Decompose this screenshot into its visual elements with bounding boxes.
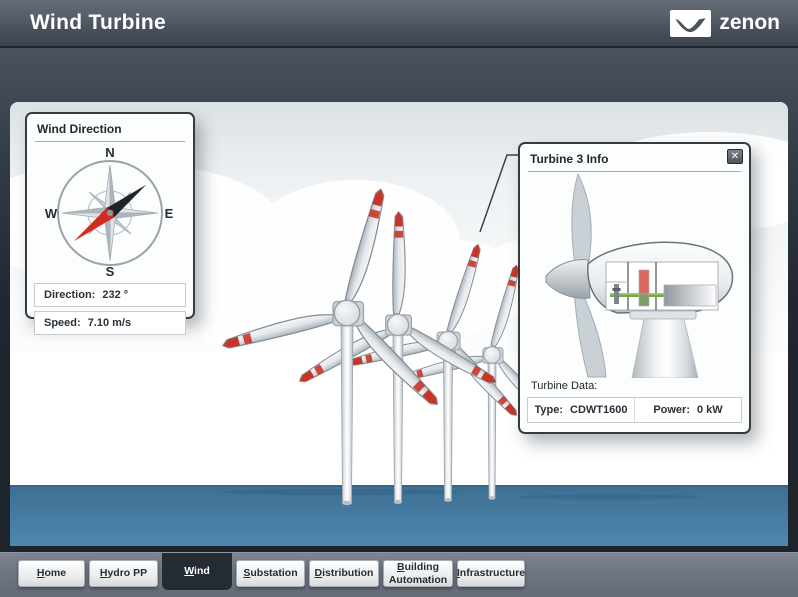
page-title: Wind Turbine: [30, 11, 166, 35]
nacelle-cutaway-illustration: [526, 172, 744, 378]
bottom-navbar: HomeHydro PPWindSubstationDistributionBu…: [0, 552, 798, 597]
turbine-type-cell: Type: CDWT1600: [528, 398, 635, 422]
close-icon[interactable]: ✕: [727, 149, 743, 164]
compass-label-e: E: [165, 206, 174, 221]
nav-building-automation[interactable]: Building Automation: [383, 560, 453, 587]
nav-infrastructure[interactable]: Infrastructure: [457, 560, 525, 587]
type-label: Type:: [535, 404, 564, 416]
brand-name: zenon: [719, 11, 780, 35]
compass-label-w: W: [45, 206, 58, 221]
direction-label: Direction:: [44, 289, 95, 301]
power-label: Power:: [653, 404, 690, 416]
type-value: CDWT1600: [570, 404, 627, 416]
turbine-data-row: Type: CDWT1600 Power: 0 kW: [527, 397, 742, 423]
wind-direction-panel: Wind Direction: [25, 112, 195, 319]
power-value: 0 kW: [697, 404, 723, 416]
turbine-power-cell: Power: 0 kW: [635, 398, 741, 422]
turbine-info-title: Turbine 3 Info: [520, 144, 749, 171]
compass-rose: N E S W: [42, 143, 178, 279]
speed-label: Speed:: [44, 317, 81, 329]
nav-buttons: HomeHydro PPWindSubstationDistributionBu…: [18, 553, 525, 597]
nav-substation[interactable]: Substation: [236, 560, 305, 587]
divider: [35, 141, 185, 142]
direction-readout: Direction: 232 °: [34, 283, 186, 307]
brand-logo: zenon: [670, 10, 780, 37]
turbine-data-label: Turbine Data:: [531, 380, 749, 392]
main-area: Wind Direction: [0, 48, 798, 552]
turbine-info-panel: Turbine 3 Info ✕: [518, 142, 751, 434]
callout-line: [480, 155, 519, 232]
compass-label-s: S: [106, 264, 115, 279]
header: Wind Turbine zenon: [0, 0, 798, 48]
nav-distribution[interactable]: Distribution: [309, 560, 379, 587]
direction-value: 232 °: [102, 289, 128, 301]
zenon-checkmark-icon: [670, 10, 711, 37]
nav-hydro-pp[interactable]: Hydro PP: [89, 560, 158, 587]
compass-label-n: N: [105, 145, 114, 160]
speed-value: 7.10 m/s: [88, 317, 131, 329]
wind-direction-title: Wind Direction: [27, 114, 193, 141]
nav-home[interactable]: Home: [18, 560, 85, 587]
speed-readout: Speed: 7.10 m/s: [34, 311, 186, 335]
nav-wind[interactable]: Wind: [162, 553, 232, 590]
